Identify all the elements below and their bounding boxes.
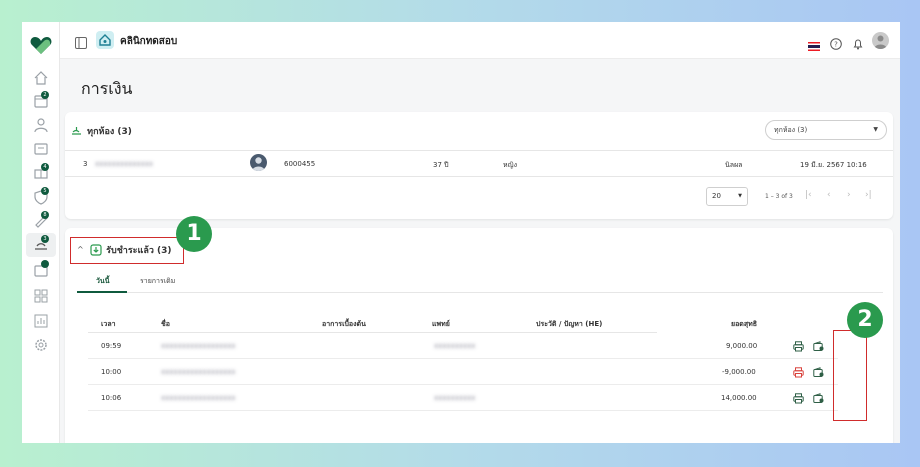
badge-pharmacy: 8 [41, 211, 49, 219]
doctor-value: นิลผล [725, 161, 743, 169]
prev-page-icon[interactable]: ‹ [827, 190, 831, 200]
callout-2: 2 [847, 302, 883, 338]
chevron-down-icon: ▼ [873, 126, 878, 133]
sidebar: 2 4 5 8 3 [22, 22, 60, 443]
top-bar: คลินิกทดสอบ ? [60, 22, 900, 59]
print-icon[interactable] [793, 341, 804, 352]
last-page-icon[interactable]: ›| [865, 190, 872, 200]
hn-value: 6000455 [284, 160, 316, 168]
print-icon[interactable] [793, 393, 804, 404]
patient-name-blurred: xxxxxxxxxxxxxx [95, 160, 153, 168]
patient-name-blurred: xxxxxxxxxxxxxxxxxx [161, 394, 236, 402]
user-avatar[interactable] [872, 32, 889, 49]
badge-finance: 3 [41, 235, 49, 243]
row-time: 10:06 [101, 394, 122, 402]
row-amount: 9,000.00 [726, 342, 758, 350]
app-window: 2 4 5 8 3 คลินิกทดสอบ ? การเงิน ทุกห้อง … [22, 22, 900, 443]
room-select-value: ทุกห้อง (3) [774, 126, 808, 134]
column-header-history: ประวัติ / ปัญหา (HE) [536, 320, 603, 328]
row-amount: -9,000.00 [722, 368, 756, 376]
gender-value: หญิง [503, 161, 517, 169]
svg-text:?: ? [834, 41, 838, 49]
first-page-icon[interactable]: |‹ [805, 190, 812, 200]
help-icon[interactable]: ? [830, 35, 842, 50]
doctor-name-blurred: xxxxxxxxxx [434, 342, 476, 350]
badge-appointment: 2 [41, 91, 49, 99]
print-refund-icon[interactable] [793, 367, 804, 378]
wallet-icon[interactable] [813, 341, 824, 352]
table-row[interactable]: 10:06 xxxxxxxxxxxxxxxxxx xxxxxxxxxx 14,0… [88, 385, 838, 411]
clinic-home-icon[interactable] [96, 31, 114, 49]
page-size-select[interactable]: 20 ▼ [706, 187, 748, 206]
next-page-icon[interactable]: › [847, 190, 851, 200]
row-time: 10:00 [101, 368, 122, 376]
highlight-wallet-buttons [833, 330, 867, 421]
table-row[interactable]: 3 xxxxxxxxxxxxxx 6000455 37 ปี หญิง นิลผ… [65, 150, 893, 176]
paid-tabs: วันนี้ รายการเดิม [77, 269, 883, 293]
room-select[interactable]: ทุกห้อง (3) ▼ [765, 120, 887, 140]
badge-inventory [41, 260, 49, 268]
paid-card: ^ รับชำระแล้ว (3) วันนี้ รายการเดิม เวลา… [65, 228, 893, 443]
panel-toggle-icon[interactable] [75, 34, 87, 53]
receive-hand-icon [72, 127, 81, 135]
badge-lab: 4 [41, 163, 49, 171]
records-icon[interactable] [33, 141, 49, 157]
tab-previous[interactable]: รายการเดิม [140, 276, 175, 287]
patient-avatar [250, 154, 267, 171]
doctor-name-blurred: xxxxxxxxxx [434, 394, 476, 402]
patients-icon[interactable] [33, 117, 49, 133]
tab-today[interactable]: วันนี้ [96, 276, 110, 287]
column-header-name: ชื่อ [161, 320, 170, 328]
pagination-range: 1 – 3 of 3 [765, 193, 793, 200]
notification-bell-icon[interactable] [852, 35, 864, 50]
callout-1: 1 [176, 216, 212, 252]
column-header-doctor: แพทย์ [432, 320, 450, 328]
waiting-payment-card: ทุกห้อง (3) ทุกห้อง (3) ▼ 3 xxxxxxxxxxxx… [65, 112, 893, 219]
column-header-net-total: ยอดสุทธิ [731, 320, 758, 328]
table-row[interactable]: 10:00 xxxxxxxxxxxxxxxxxx -9,000.00 [88, 359, 838, 385]
page-title: การเงิน [81, 79, 133, 98]
divider [65, 176, 893, 177]
clinic-logo [30, 37, 52, 59]
row-time: 09:59 [101, 342, 122, 350]
thai-flag-icon[interactable] [808, 36, 820, 51]
highlight-paid-title [70, 237, 184, 264]
settings-icon[interactable] [33, 337, 49, 353]
wallet-icon[interactable] [813, 367, 824, 378]
wallet-icon[interactable] [813, 393, 824, 404]
home-icon[interactable] [33, 70, 49, 86]
waiting-card-title: ทุกห้อง (3) [71, 124, 132, 138]
chevron-down-icon: ▼ [738, 193, 742, 199]
column-header-symptom: อาการเบื้องต้น [322, 320, 366, 328]
column-header-time: เวลา [101, 320, 116, 328]
waiting-card-title-text: ทุกห้อง (3) [87, 127, 132, 137]
clinic-name: คลินิกทดสอบ [120, 36, 178, 47]
report-icon[interactable] [33, 313, 49, 329]
patient-name-blurred: xxxxxxxxxxxxxxxxxx [161, 368, 236, 376]
age-value: 37 ปี [433, 161, 449, 169]
row-number: 3 [83, 160, 88, 168]
badge-shield: 5 [41, 187, 49, 195]
datetime-value: 19 มี.ย. 2567 10:16 [800, 161, 867, 169]
table-row[interactable]: 09:59 xxxxxxxxxxxxxxxxxx xxxxxxxxxx 9,00… [88, 333, 838, 359]
page-size-value: 20 [712, 192, 721, 200]
row-amount: 14,000.00 [721, 394, 757, 402]
patient-name-blurred: xxxxxxxxxxxxxxxxxx [161, 342, 236, 350]
apps-icon[interactable] [33, 288, 49, 304]
active-tab-underline [77, 291, 127, 293]
